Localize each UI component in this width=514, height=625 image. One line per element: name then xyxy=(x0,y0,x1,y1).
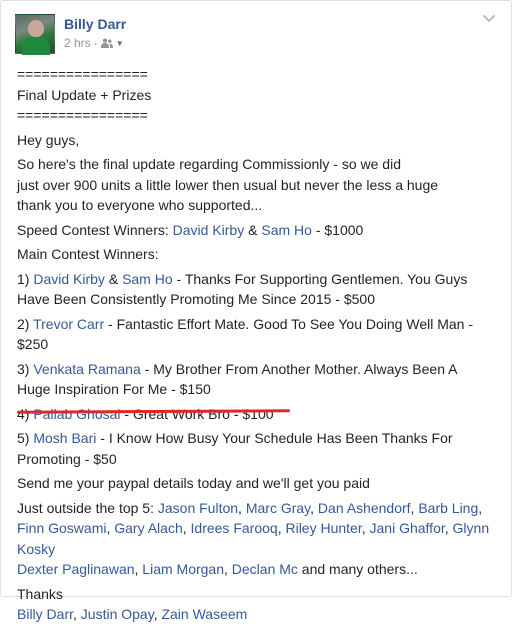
post-meta: 2 hrs · ▼ xyxy=(64,36,124,50)
prize-1: 1) David Kirby & Sam Ho - Thanks For Sup… xyxy=(17,270,468,308)
winner-link-venkata-ramana[interactable]: Venkata Ramana xyxy=(33,361,140,377)
mention-link[interactable]: Dexter Paglinawan xyxy=(17,561,135,577)
main-contest-label: Main Contest Winners: xyxy=(17,246,159,262)
winner-link-sam-ho[interactable]: Sam Ho xyxy=(122,271,173,287)
friends-icon xyxy=(100,38,113,48)
mention-link[interactable]: Jason Fulton xyxy=(158,500,238,516)
mention-link[interactable]: Barb Ling xyxy=(418,500,478,516)
mention-link[interactable]: Declan Mc xyxy=(232,561,298,577)
mention-link[interactable]: Gary Alach xyxy=(114,520,182,536)
intro-paragraph: So here's the final update regarding Com… xyxy=(17,156,439,213)
winner-link-david-kirby[interactable]: David Kirby xyxy=(173,222,245,238)
avatar[interactable] xyxy=(15,14,55,55)
post-card: Billy Darr 2 hrs · ▼ ================ Fina… xyxy=(0,0,512,622)
winner-link-trevor-carr[interactable]: Trevor Carr xyxy=(33,316,104,332)
mention-link[interactable]: Idrees Farooq xyxy=(191,520,278,536)
meta-separator: · xyxy=(93,36,98,50)
timestamp-link[interactable]: 2 hrs xyxy=(64,36,91,50)
author-name-link[interactable]: Billy Darr xyxy=(64,16,126,32)
divider-text-bottom: ================ xyxy=(17,107,148,123)
winner-link-david-kirby[interactable]: David Kirby xyxy=(33,271,105,287)
avatar-face xyxy=(28,20,44,37)
winner-link-mosh-bari[interactable]: Mosh Bari xyxy=(33,430,96,446)
paypal-instructions: Send me your paypal details today and we… xyxy=(17,475,370,491)
mention-link[interactable]: Marc Gray xyxy=(246,500,310,516)
post-content: ================ Final Update + Prizes =… xyxy=(17,64,499,625)
divider-text-top: ================ xyxy=(17,66,148,82)
honorable-mentions: Just outside the top 5: Jason Fulton, Ma… xyxy=(17,499,490,578)
audience-selector[interactable]: ▼ xyxy=(100,36,124,50)
signoff: Thanks Billy Darr, Justin Opay, Zain Wase… xyxy=(17,585,248,623)
signer-link[interactable]: Billy Darr xyxy=(17,606,73,622)
mention-link[interactable]: Riley Hunter xyxy=(285,520,361,536)
chevron-down-icon[interactable] xyxy=(481,13,497,25)
speed-contest-winners: Speed Contest Winners: David Kirby & Sam… xyxy=(17,221,364,238)
prize-4: 4) Pallab Ghosal - Great Work Bro - $100 xyxy=(17,405,274,422)
post-header: Billy Darr 2 hrs · ▼ xyxy=(15,14,505,58)
audience-caret-icon: ▼ xyxy=(115,39,124,48)
prize-2: 2) Trevor Carr - Fantastic Effort Mate. … xyxy=(17,315,474,353)
mention-link[interactable]: Jani Ghaffor xyxy=(370,520,445,536)
avatar-body xyxy=(22,37,50,55)
winner-link-sam-ho[interactable]: Sam Ho xyxy=(261,222,312,238)
prize-5: 5) Mosh Bari - I Know How Busy Your Sche… xyxy=(17,430,453,467)
signer-link[interactable]: Zain Waseem xyxy=(161,606,247,622)
post-heading: Final Update + Prizes xyxy=(17,86,152,103)
signer-link[interactable]: Justin Opay xyxy=(81,606,154,622)
prize-3: 3) Venkata Ramana - My Brother From Anot… xyxy=(17,360,458,398)
mention-link[interactable]: Finn Goswami xyxy=(17,520,106,536)
mention-link[interactable]: Dan Ashendorf xyxy=(318,500,411,516)
greeting: Hey guys, xyxy=(17,131,80,148)
mention-link[interactable]: Liam Morgan xyxy=(142,561,224,577)
